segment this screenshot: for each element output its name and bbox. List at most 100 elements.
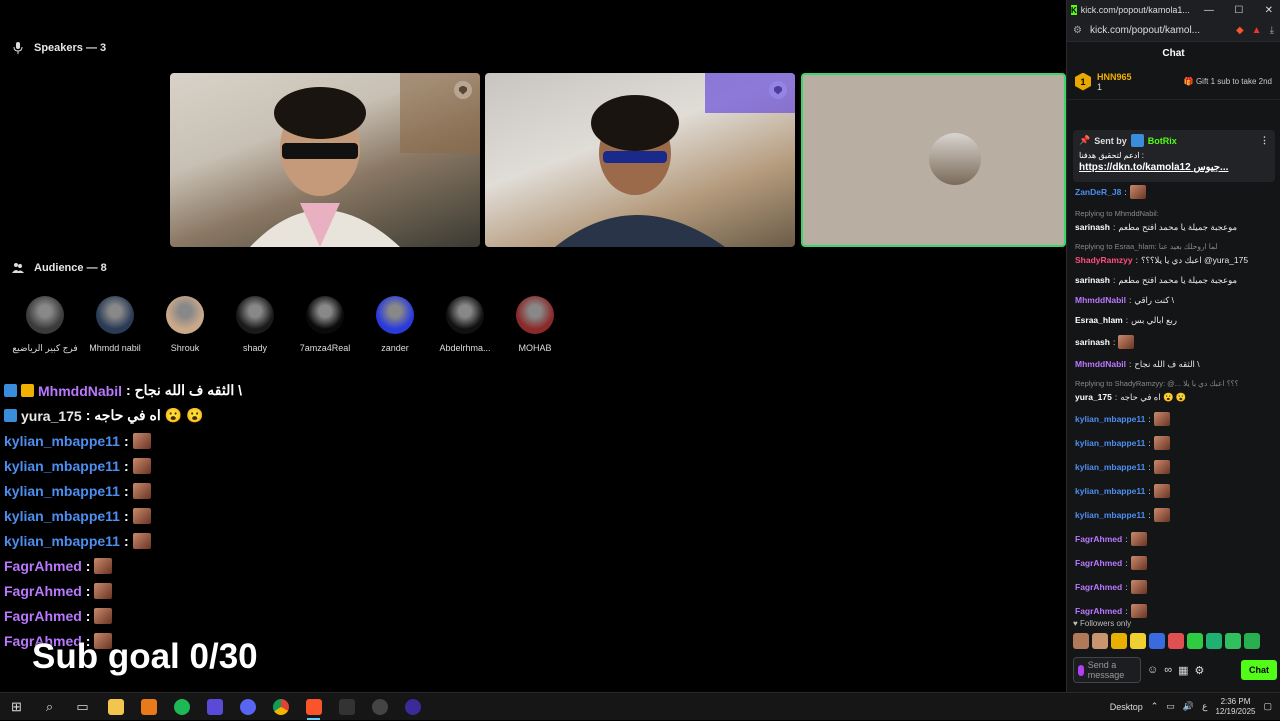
- obs-icon[interactable]: [363, 693, 396, 721]
- chat-message[interactable]: FagrAhmed:: [1073, 575, 1275, 599]
- clock[interactable]: 2:36 PM 12/19/2025: [1215, 697, 1255, 717]
- reply-context[interactable]: Replying to Esraa_hlam: لما اروحلك بعيد …: [1075, 242, 1273, 252]
- chat-message[interactable]: kylian_mbappe11:: [1073, 407, 1275, 431]
- maximize-icon[interactable]: ☐: [1224, 5, 1254, 16]
- minimize-icon[interactable]: —: [1194, 5, 1224, 16]
- chat-username[interactable]: kylian_mbappe11: [1075, 414, 1145, 424]
- chat-username[interactable]: yura_175: [1075, 392, 1112, 402]
- chrome-icon[interactable]: [264, 693, 297, 721]
- chat-message[interactable]: Replying to ShadyRamzyy: @... ؟؟؟ اعبك د…: [1073, 374, 1275, 407]
- gift-sub-prompt[interactable]: 🎁 Gift 1 sub to take 2nd: [1184, 77, 1272, 86]
- chat-message[interactable]: kylian_mbappe11:: [1073, 431, 1275, 455]
- emote-picker-icon[interactable]: ☺: [1147, 664, 1158, 676]
- pinned-bot-name[interactable]: BotRix: [1148, 136, 1177, 146]
- brave-icon[interactable]: [297, 693, 330, 721]
- reply-context[interactable]: Replying to MhmddNabil:: [1075, 209, 1273, 219]
- audience-member[interactable]: shady: [220, 296, 290, 354]
- chevron-up-icon[interactable]: ⌃: [1151, 701, 1159, 712]
- quick-emote-icon[interactable]: [1111, 633, 1127, 649]
- chat-username[interactable]: kylian_mbappe11: [1075, 438, 1145, 448]
- chat-input[interactable]: Send a message: [1073, 657, 1141, 683]
- quick-emote-icon[interactable]: [1168, 633, 1184, 649]
- chat-username[interactable]: Esraa_hlam: [1075, 315, 1123, 325]
- app-icon-orange[interactable]: [132, 693, 165, 721]
- quick-emote-icon[interactable]: [1225, 633, 1241, 649]
- settings-icon[interactable]: ⚙: [1194, 664, 1204, 677]
- language-indicator[interactable]: ع: [1202, 701, 1207, 712]
- chat-message[interactable]: kylian_mbappe11:: [1073, 455, 1275, 479]
- audience-member[interactable]: zander: [360, 296, 430, 354]
- audience-member[interactable]: Abdelrhma...: [430, 296, 500, 354]
- quick-emote-icon[interactable]: [1149, 633, 1165, 649]
- task-view-icon[interactable]: ▭: [66, 693, 99, 721]
- download-icon[interactable]: ⤓: [1270, 25, 1274, 36]
- chat-username[interactable]: FagrAhmed: [1075, 582, 1122, 592]
- rewards-icon[interactable]: ▲: [1252, 25, 1262, 36]
- close-icon[interactable]: ✕: [1254, 5, 1280, 16]
- chat-username[interactable]: sarinash: [1075, 275, 1110, 285]
- chat-message[interactable]: sarinash: موعجبة جميلة يا محمد افتح مطعم: [1073, 270, 1275, 290]
- chat-username[interactable]: sarinash: [1075, 222, 1110, 232]
- chat-message[interactable]: kylian_mbappe11:: [1073, 479, 1275, 503]
- send-chat-button[interactable]: Chat: [1241, 660, 1277, 680]
- chat-username[interactable]: MhmddNabil: [1075, 295, 1126, 305]
- network-icon[interactable]: ▭: [1166, 701, 1175, 712]
- chat-message[interactable]: Replying to Esraa_hlam: لما اروحلك بعيد …: [1073, 237, 1275, 270]
- store-icon[interactable]: ▦: [1178, 664, 1188, 677]
- app-icon-purple[interactable]: [198, 693, 231, 721]
- chat-message[interactable]: MhmddNabil: كنت راقي \: [1073, 290, 1275, 310]
- chat-message[interactable]: ZanDeR_J8:: [1073, 180, 1275, 204]
- file-explorer-icon[interactable]: [99, 693, 132, 721]
- quick-emote-icon[interactable]: [1130, 633, 1146, 649]
- start-icon[interactable]: ⊞: [0, 693, 33, 721]
- reply-context[interactable]: Replying to ShadyRamzyy: @... ؟؟؟ اعبك د…: [1075, 379, 1273, 389]
- audience-member[interactable]: 7amza4Real: [290, 296, 360, 354]
- audience-member[interactable]: فرج كبير الرياضيع: [10, 296, 80, 354]
- mic-icon[interactable]: [1078, 664, 1084, 676]
- quick-emote-icon[interactable]: [1073, 633, 1089, 649]
- chat-message[interactable]: FagrAhmed:: [1073, 527, 1275, 551]
- leader-name[interactable]: HNN965: [1097, 72, 1132, 82]
- chat-username[interactable]: kylian_mbappe11: [1075, 462, 1145, 472]
- quick-emote-icon[interactable]: [1092, 633, 1108, 649]
- url-text[interactable]: kick.com/popout/kamol...: [1090, 25, 1200, 36]
- brave-shield-icon[interactable]: ◆: [1236, 25, 1244, 36]
- app-icon-dark[interactable]: [330, 693, 363, 721]
- audience-member[interactable]: MOHAB: [500, 296, 570, 354]
- audience-member[interactable]: Shrouk: [150, 296, 220, 354]
- chat-username[interactable]: MhmddNabil: [1075, 359, 1126, 369]
- pinned-message[interactable]: 📌 Sent by BotRix ⋮ ادعم لتحقيق هدفنا : h…: [1073, 130, 1275, 182]
- speaker-tile-2[interactable]: [485, 73, 795, 247]
- speaker-tile-3[interactable]: [801, 73, 1066, 247]
- search-icon[interactable]: ⌕: [33, 693, 66, 721]
- chat-message[interactable]: FagrAhmed:: [1073, 551, 1275, 575]
- speaker-tile-1[interactable]: [170, 73, 480, 247]
- quick-emote-icon[interactable]: [1206, 633, 1222, 649]
- spotify-icon[interactable]: [165, 693, 198, 721]
- notifications-icon[interactable]: ▢: [1263, 701, 1272, 712]
- quick-emote-icon[interactable]: [1187, 633, 1203, 649]
- app-icon-violet[interactable]: [396, 693, 429, 721]
- chat-message[interactable]: Replying to MhmddNabil: sarinash: موعجبة ج…: [1073, 204, 1275, 237]
- pinned-link[interactable]: https://dkn.to/kamola12 جيوس...: [1079, 162, 1269, 173]
- chat-message[interactable]: Esraa_hlam: ربع ابالي بس: [1073, 310, 1275, 330]
- chat-username[interactable]: FagrAhmed: [1075, 534, 1122, 544]
- more-options-icon[interactable]: ⋮: [1260, 135, 1269, 146]
- chat-username[interactable]: sarinash: [1075, 337, 1110, 347]
- address-bar[interactable]: ⚙ kick.com/popout/kamol... ◆ ▲ ⤓: [1067, 20, 1280, 42]
- chat-message[interactable]: kylian_mbappe11:: [1073, 503, 1275, 527]
- chat-username[interactable]: FagrAhmed: [1075, 606, 1122, 616]
- desktop-toolbar[interactable]: Desktop: [1110, 702, 1143, 712]
- community-icon[interactable]: ∞: [1164, 664, 1172, 676]
- chat-message[interactable]: sarinash:: [1073, 330, 1275, 354]
- quick-emote-icon[interactable]: [1244, 633, 1260, 649]
- audience-member[interactable]: Mhmdd nabil: [80, 296, 150, 354]
- discord-icon[interactable]: [231, 693, 264, 721]
- site-settings-icon[interactable]: ⚙: [1073, 25, 1082, 36]
- chat-username[interactable]: kylian_mbappe11: [1075, 510, 1145, 520]
- chat-username[interactable]: FagrAhmed: [1075, 558, 1122, 568]
- chat-message[interactable]: MhmddNabil: الثقه ف الله نجاح \: [1073, 354, 1275, 374]
- chat-username[interactable]: ZanDeR_J8: [1075, 187, 1121, 197]
- chat-username[interactable]: ShadyRamzyy: [1075, 255, 1133, 265]
- volume-icon[interactable]: 🔊: [1183, 701, 1194, 712]
